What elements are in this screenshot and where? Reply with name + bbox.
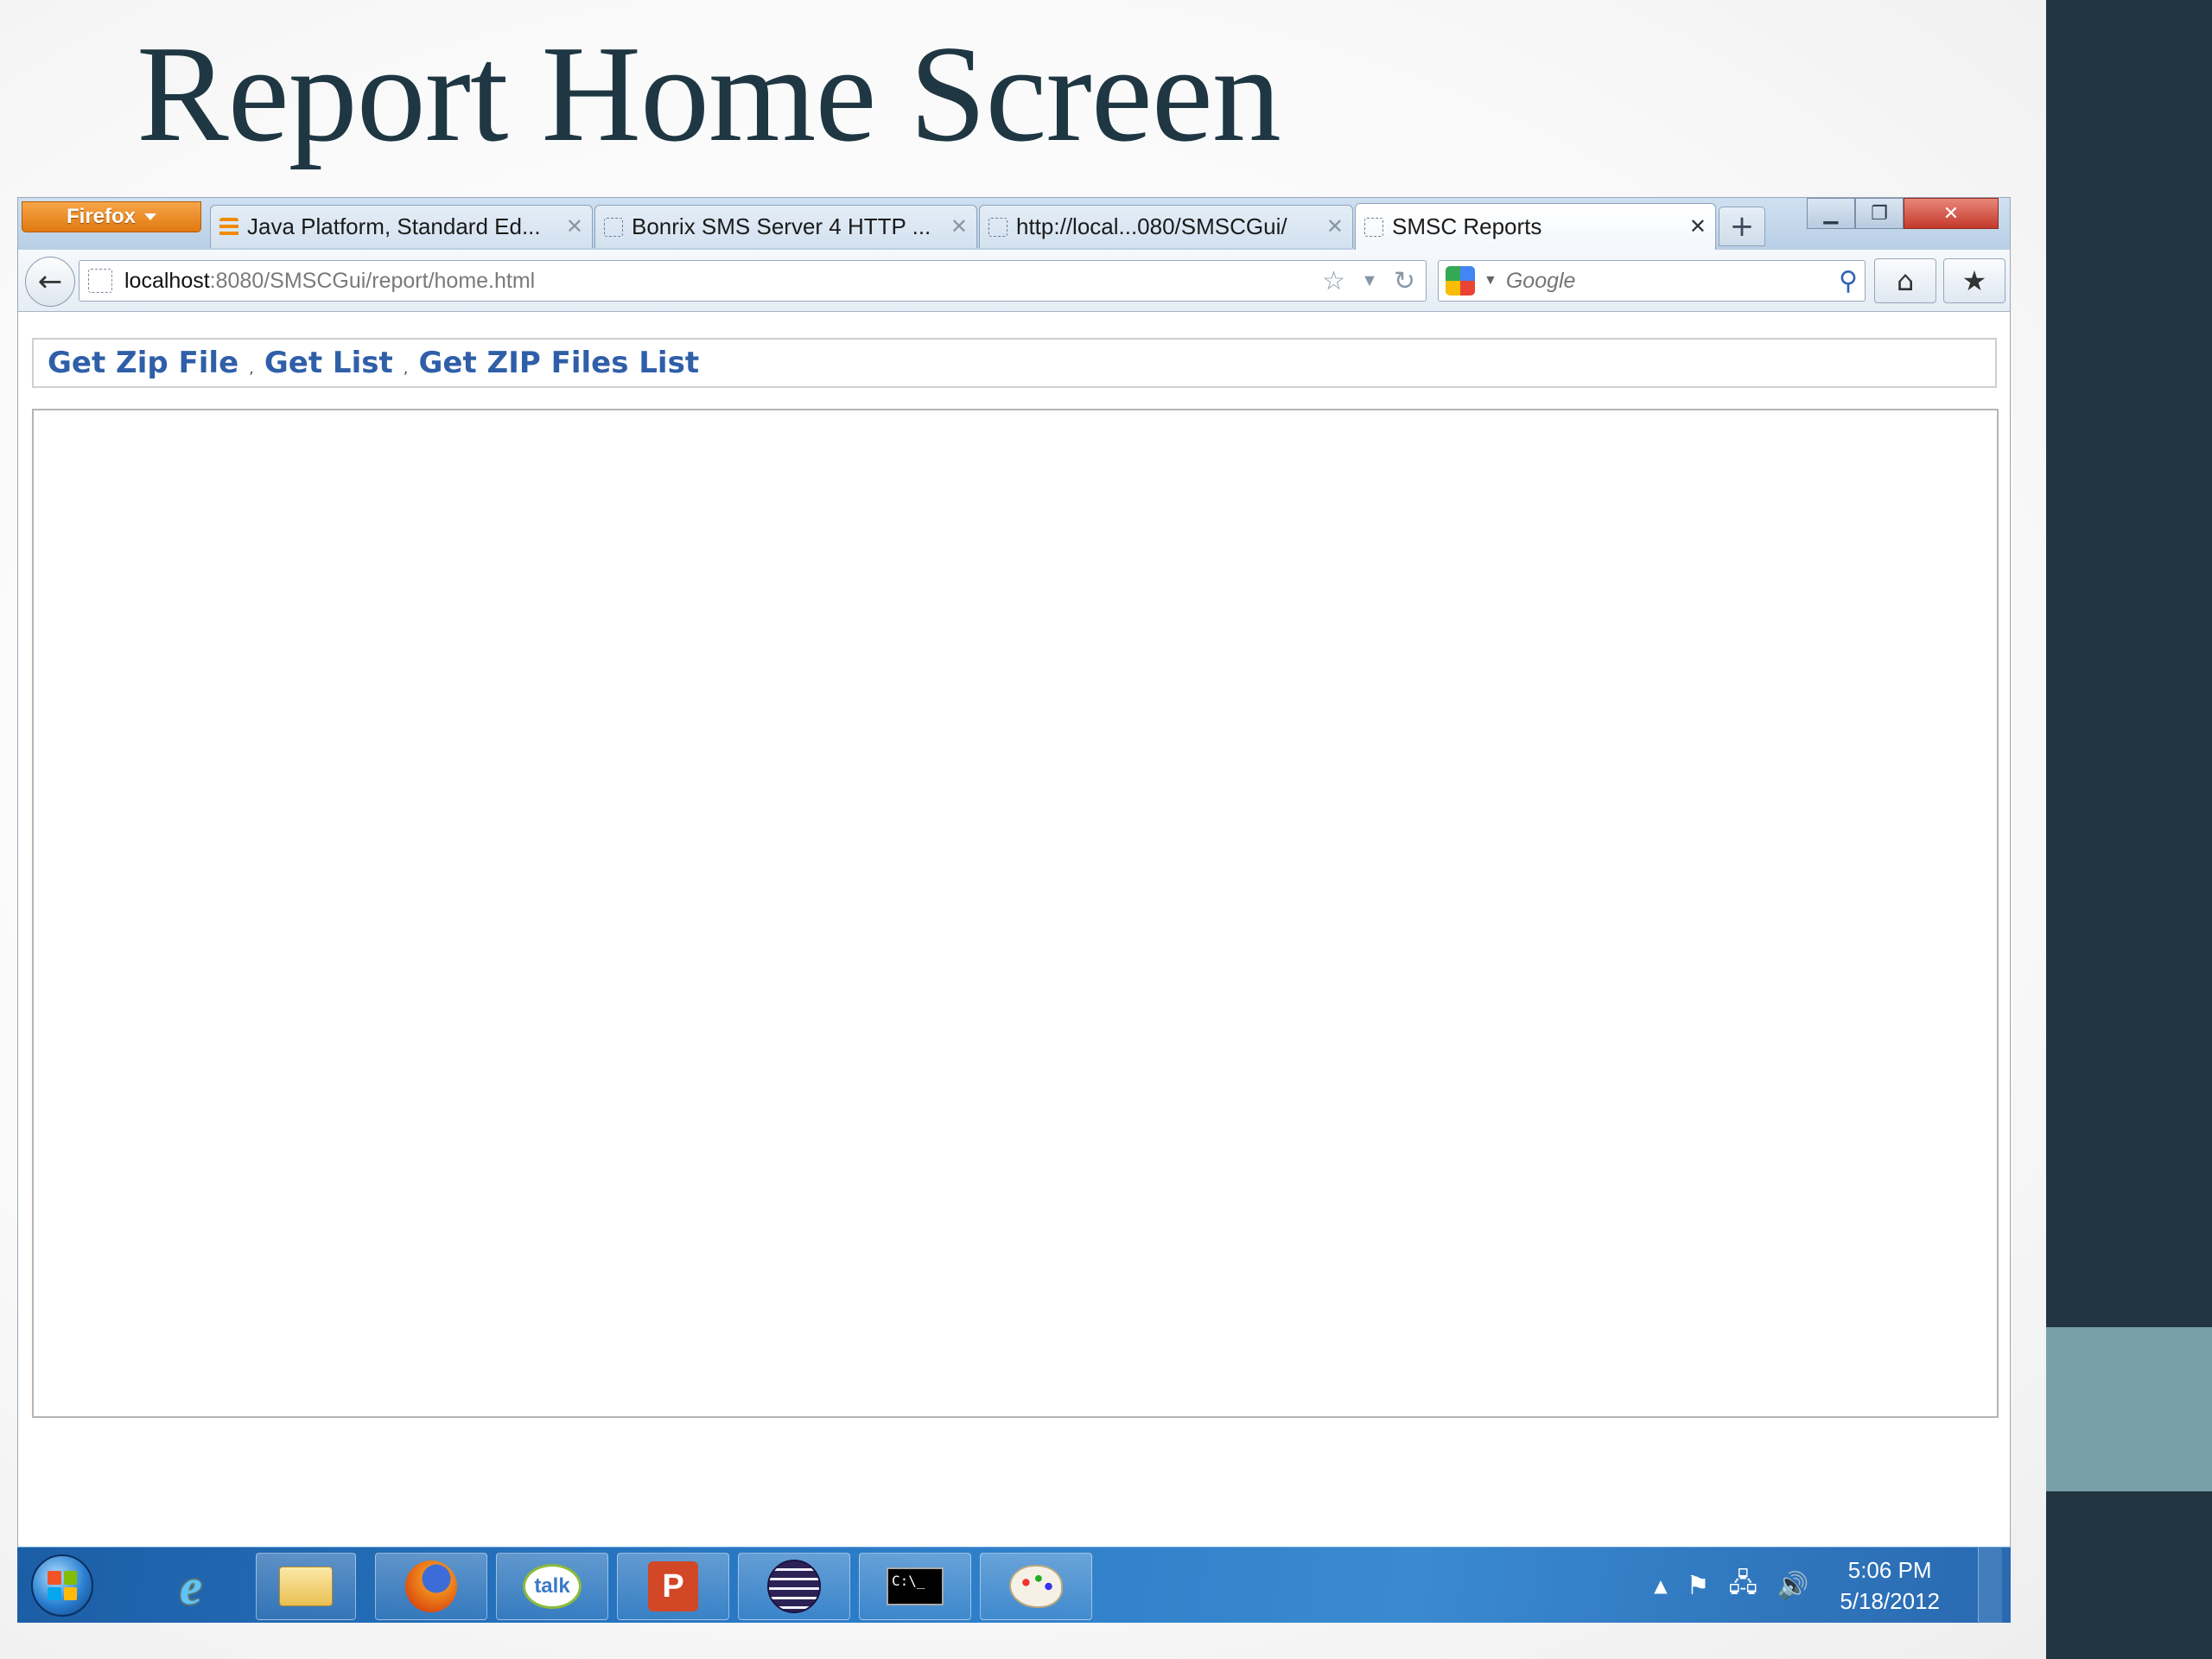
site-identity-icon[interactable]	[88, 269, 112, 293]
taskbar-paint[interactable]	[980, 1553, 1092, 1620]
page-icon	[1364, 217, 1383, 237]
command-prompt-icon: C:\_	[887, 1567, 944, 1605]
get-zip-files-list-link[interactable]: Get ZIP Files List	[418, 346, 699, 380]
report-content-frame	[32, 409, 1999, 1418]
system-tray: ▲ ⚑ 🖧 🔊 5:06 PM 5/18/2012	[1654, 1548, 2002, 1624]
back-arrow-icon: ←	[37, 264, 63, 299]
taskbar-firefox[interactable]	[375, 1553, 487, 1620]
bookmark-star-icon[interactable]: ☆	[1322, 266, 1345, 296]
tab-bonrix-sms[interactable]: Bonrix SMS Server 4 HTTP ... ✕	[594, 205, 977, 248]
tab-smscgui[interactable]: http://local...080/SMSCGui/ ✕	[979, 205, 1353, 248]
get-zip-file-link[interactable]: Get Zip File	[48, 346, 238, 380]
reload-icon[interactable]: ↻	[1394, 266, 1415, 296]
taskbar-powerpoint[interactable]: P	[617, 1553, 729, 1620]
clock-time: 5:06 PM	[1847, 1557, 1932, 1583]
eclipse-icon	[767, 1560, 821, 1613]
show-hidden-icons-icon[interactable]: ▲	[1654, 1575, 1667, 1596]
home-icon: ⌂	[1896, 264, 1915, 297]
navigation-bar: ← localhost:8080/SMSCGui/report/home.htm…	[18, 250, 2010, 312]
clock-date: 5/18/2012	[1840, 1588, 1940, 1614]
address-bar[interactable]: localhost:8080/SMSCGui/report/home.html …	[79, 260, 1427, 302]
bookmarks-icon: ★	[1961, 264, 1987, 297]
taskbar-internet-explorer[interactable]: e	[135, 1553, 247, 1620]
home-button[interactable]: ⌂	[1874, 258, 1936, 303]
taskbar-windows-explorer[interactable]	[256, 1553, 356, 1620]
tab-title: Java Platform, Standard Ed...	[247, 213, 541, 239]
windows-logo-icon	[48, 1571, 77, 1600]
powerpoint-icon: P	[648, 1561, 698, 1611]
firefox-menu-button[interactable]: Firefox	[22, 201, 201, 232]
close-tab-icon[interactable]: ✕	[1689, 214, 1707, 239]
tab-title: http://local...080/SMSCGui/	[1016, 213, 1287, 239]
back-button[interactable]: ←	[25, 257, 75, 307]
show-desktop-button[interactable]	[1978, 1548, 2002, 1624]
bookmarks-button[interactable]: ★	[1943, 258, 2005, 303]
engine-dropdown-icon[interactable]: ▼	[1484, 273, 1497, 289]
search-bar[interactable]: ▼ ⚲	[1438, 260, 1866, 302]
taskbar-google-talk[interactable]: talk	[496, 1553, 608, 1620]
tab-smsc-reports[interactable]: SMSC Reports ✕	[1355, 203, 1716, 250]
windows-taskbar: e talk P C:\_ ▲ ⚑ 🖧 🔊 5:06 PM 5/18/2012	[17, 1547, 2011, 1624]
url-host: localhost	[124, 268, 210, 293]
taskbar-eclipse[interactable]	[738, 1553, 850, 1620]
dropdown-arrow-icon	[144, 213, 156, 220]
close-tab-icon[interactable]: ✕	[950, 214, 968, 239]
tab-title: Bonrix SMS Server 4 HTTP ...	[632, 213, 931, 239]
paint-icon	[1009, 1565, 1063, 1608]
page-icon	[988, 217, 1007, 237]
tab-java-platform[interactable]: Java Platform, Standard Ed... ✕	[210, 205, 593, 248]
slide-right-accent	[2046, 1327, 2212, 1491]
url-path: :8080/SMSCGui/report/home.html	[209, 268, 536, 293]
firefox-icon	[405, 1560, 457, 1612]
browser-window: Firefox Java Platform, Standard Ed... ✕ …	[17, 197, 2011, 1623]
search-input[interactable]	[1505, 268, 1831, 294]
java-docs-icon	[219, 217, 238, 237]
search-icon[interactable]: ⚲	[1839, 266, 1858, 296]
close-window-button[interactable]: ✕	[1904, 198, 1999, 229]
close-tab-icon[interactable]: ✕	[566, 214, 583, 239]
address-bar-tools: ☆ ▼ ↻	[1322, 266, 1415, 296]
google-engine-icon[interactable]	[1446, 266, 1475, 296]
slide-title: Report Home Screen	[137, 16, 1281, 170]
system-clock[interactable]: 5:06 PM 5/18/2012	[1840, 1554, 1940, 1617]
google-talk-icon: talk	[523, 1564, 582, 1609]
internet-explorer-icon: e	[180, 1558, 202, 1615]
report-link-bar: Get Zip File , Get List , Get ZIP Files …	[32, 338, 1997, 388]
new-tab-button[interactable]: +	[1719, 207, 1765, 246]
volume-icon[interactable]: 🔊	[1777, 1571, 1808, 1601]
page-icon	[604, 217, 623, 237]
link-separator: ,	[403, 359, 409, 378]
tab-strip: Firefox Java Platform, Standard Ed... ✕ …	[18, 198, 2010, 250]
history-dropdown-icon[interactable]: ▼	[1361, 271, 1378, 291]
minimize-button[interactable]: ▁	[1807, 198, 1855, 229]
start-button[interactable]	[31, 1554, 93, 1617]
taskbar-command-prompt[interactable]: C:\_	[859, 1553, 971, 1620]
folder-icon	[279, 1567, 333, 1606]
action-center-flag-icon[interactable]: ⚑	[1687, 1571, 1710, 1601]
close-tab-icon[interactable]: ✕	[1326, 214, 1344, 239]
firefox-menu-label: Firefox	[66, 205, 136, 228]
get-list-link[interactable]: Get List	[264, 346, 393, 380]
tab-title: SMSC Reports	[1392, 213, 1542, 239]
link-separator: ,	[249, 359, 254, 378]
window-controls: ▁ ❐ ✕	[1807, 198, 1999, 229]
network-icon[interactable]: 🖧	[1729, 1564, 1758, 1608]
restore-button[interactable]: ❐	[1855, 198, 1904, 229]
